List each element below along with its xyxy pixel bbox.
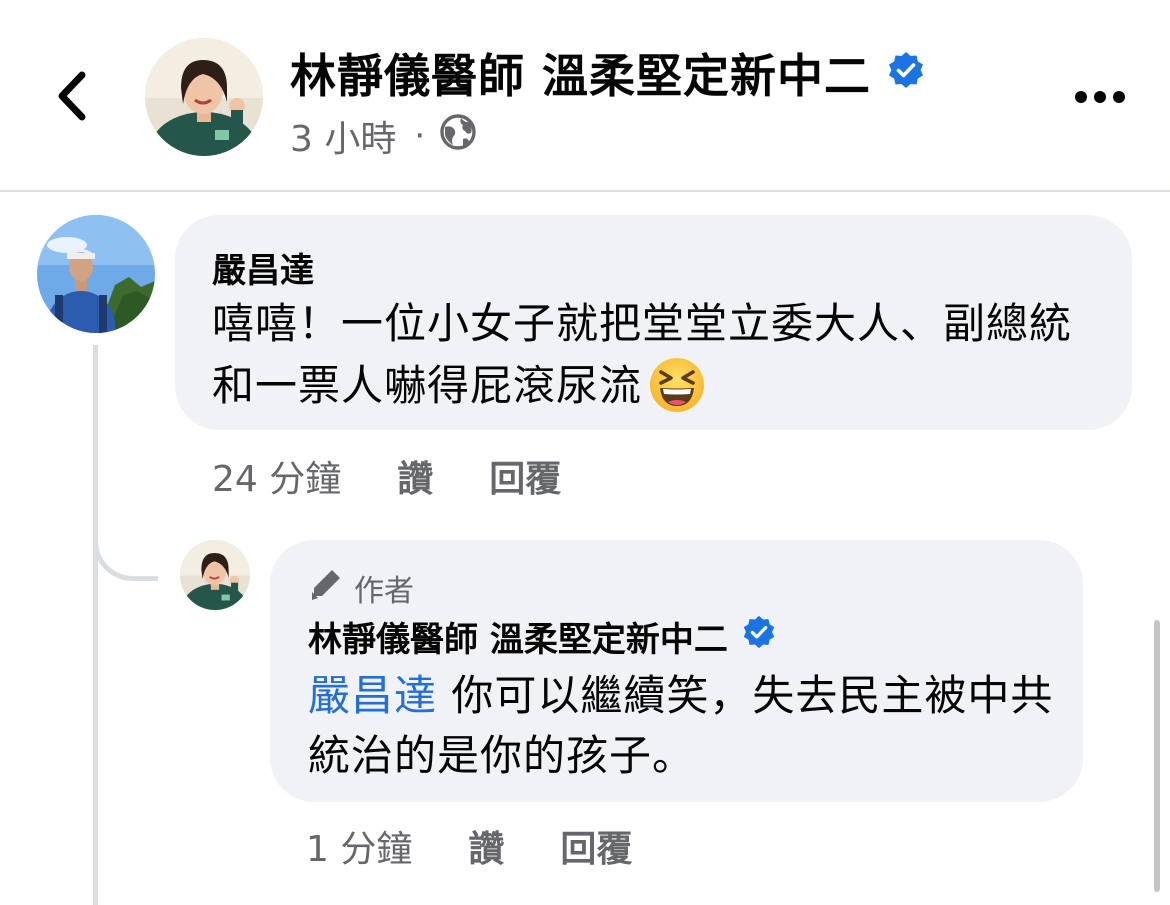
comment-bubble[interactable]: 嚴昌達 嘻嘻！一位小女子就把堂堂立委大人、副總統和一票人嚇得屁滾尿流 [175, 215, 1132, 430]
more-options-button[interactable] [1068, 70, 1132, 124]
page-title[interactable]: 林靜儀醫師 溫柔堅定新中二 [290, 40, 925, 106]
comment-text: 嘻嘻！一位小女子就把堂堂立委大人、副總統和一票人嚇得屁滾尿流 [212, 293, 1112, 431]
more-horizontal-icon [1075, 91, 1125, 103]
author-badge: 作者 [308, 566, 414, 610]
verified-badge-icon [887, 46, 925, 100]
comment-time[interactable]: 24 分鐘 [212, 450, 341, 502]
meta-separator: · [414, 116, 426, 156]
reply-avatar[interactable] [180, 540, 250, 610]
thread-connector [93, 490, 158, 581]
reply-button[interactable]: 回覆 [560, 820, 632, 872]
reply-text: 嚴昌達 你可以繼續笑，失去民主被中共統治的是你的孩子。 [308, 666, 1068, 786]
comment-body: 嘻嘻！一位小女子就把堂堂立委大人、副總統和一票人嚇得屁滾尿流 [212, 299, 1073, 410]
thread-line [93, 345, 98, 905]
reply-button[interactable]: 回覆 [489, 450, 561, 502]
mention-link[interactable]: 嚴昌達 [308, 671, 437, 720]
pen-icon [308, 566, 344, 610]
comment-actions: 24 分鐘 讚 回覆 [212, 450, 561, 502]
post-header: 林靜儀醫師 溫柔堅定新中二 3 小時 · [0, 0, 1170, 192]
like-button[interactable]: 讚 [397, 450, 433, 502]
author-badge-label: 作者 [354, 574, 414, 609]
back-button[interactable] [40, 60, 104, 132]
post-meta: 3 小時 · [290, 110, 477, 162]
verified-badge-icon [742, 615, 776, 658]
commenter-avatar[interactable] [37, 215, 155, 333]
reply-author-row: 林靜儀醫師 溫柔堅定新中二 [308, 612, 776, 661]
scrollbar[interactable] [1154, 620, 1160, 892]
reply-actions: 1 分鐘 讚 回覆 [306, 820, 632, 872]
page-name[interactable]: 林靜儀醫師 溫柔堅定新中二 [290, 40, 871, 106]
like-button[interactable]: 讚 [468, 820, 504, 872]
post-time[interactable]: 3 小時 [290, 110, 396, 162]
comment-author[interactable]: 嚴昌達 [212, 243, 314, 292]
reply-time[interactable]: 1 分鐘 [306, 820, 412, 872]
reply-bubble[interactable]: 作者 林靜儀醫師 溫柔堅定新中二 嚴昌達 你可以繼續笑，失去民主被中共統治的是你… [270, 540, 1083, 802]
globe-icon [439, 113, 477, 160]
page-avatar[interactable] [145, 38, 263, 156]
chevron-left-icon [58, 71, 86, 121]
reply-author[interactable]: 林靜儀醫師 溫柔堅定新中二 [308, 612, 728, 661]
grinning-squinting-face-icon [648, 356, 706, 431]
